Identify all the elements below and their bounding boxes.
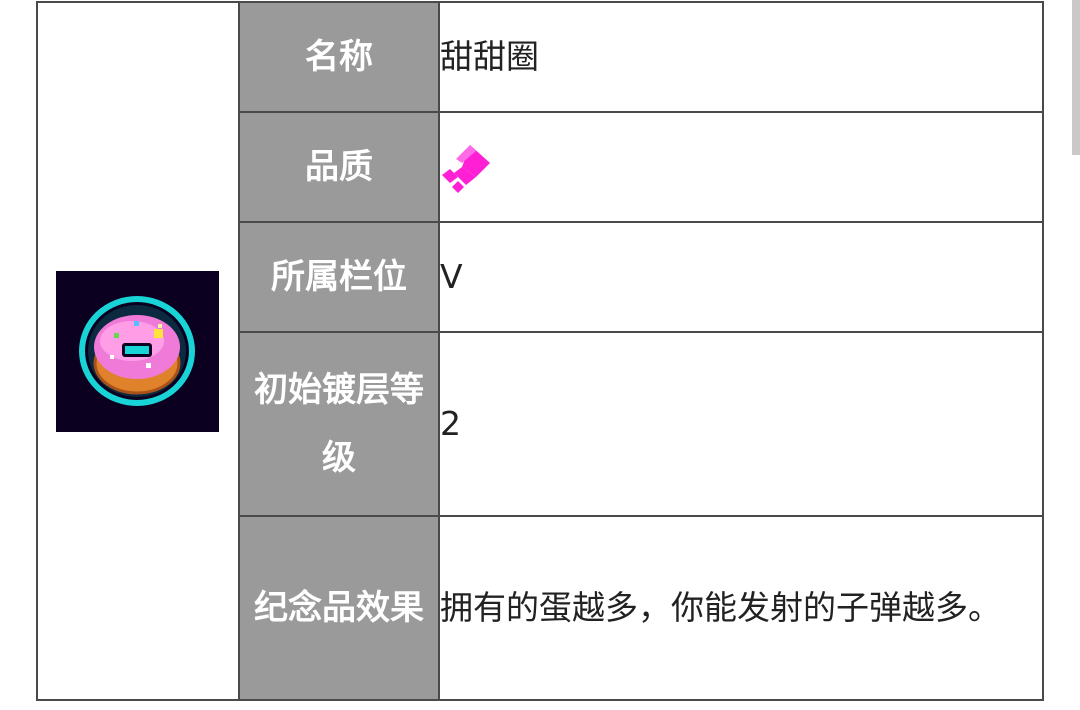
key-name-label: 名称 <box>238 1 440 113</box>
item-info-table: 名称 甜甜圈 品质 所属栏位 V 初始镀层等级 2 纪念品效果 拥有的蛋越多，你… <box>36 1 1044 701</box>
table-row-name: 名称 甜甜圈 <box>36 1 1044 701</box>
value-effect: 拥有的蛋越多，你能发射的子弹越多。 <box>438 515 1044 701</box>
key-quality-label: 品质 <box>238 111 440 223</box>
key-plating-level-label: 初始镀层等级 <box>238 331 440 517</box>
key-effect-label: 纪念品效果 <box>238 515 440 701</box>
value-slot: V <box>438 221 1044 333</box>
page: 名称 甜甜圈 品质 所属栏位 V 初始镀层等级 2 纪念品效果 拥有的蛋越多，你… <box>0 0 1080 710</box>
pink-donut-pixel-icon <box>55 270 219 432</box>
value-name: 甜甜圈 <box>438 1 1044 113</box>
key-slot-label: 所属栏位 <box>238 221 440 333</box>
magenta-quality-gem-icon <box>442 144 490 193</box>
item-image-cell <box>36 1 240 701</box>
value-plating-level: 2 <box>438 331 1044 517</box>
scrollbar[interactable] <box>1072 0 1080 155</box>
value-quality <box>438 111 1044 223</box>
